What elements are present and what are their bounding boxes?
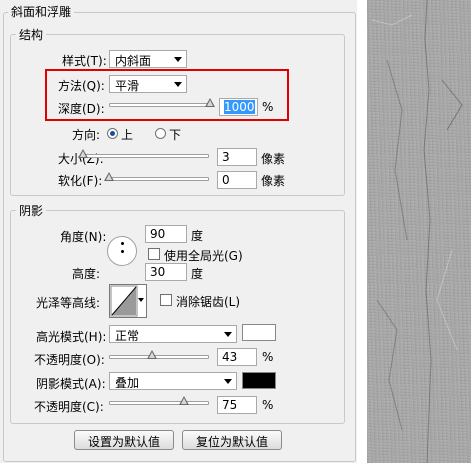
- make-default-button[interactable]: 设置为默认值: [74, 430, 174, 450]
- highlight-opacity-slider[interactable]: [109, 350, 209, 359]
- highlight-mode-select[interactable]: 正常: [109, 325, 237, 343]
- shadow-opacity-label: 不透明度(C):: [34, 400, 104, 414]
- size-slider[interactable]: [78, 149, 209, 158]
- soften-label: 软化(F):: [58, 174, 103, 188]
- style-select-value: 内斜面: [115, 54, 152, 68]
- soften-input[interactable]: 0: [217, 171, 257, 189]
- shadow-opacity-slider-thumb[interactable]: [178, 396, 189, 405]
- highlight-opacity-unit: %: [262, 350, 274, 364]
- shadow-opacity-unit: %: [262, 398, 274, 412]
- soften-slider-thumb[interactable]: [104, 172, 114, 181]
- method-select[interactable]: 平滑: [109, 75, 187, 93]
- highlight-opacity-label: 不透明度(O):: [34, 353, 105, 367]
- global-light-label[interactable]: 使用全局光(G): [164, 247, 243, 264]
- shadow-opacity-slider[interactable]: [109, 396, 209, 405]
- angle-label: 角度(N):: [60, 230, 107, 244]
- method-label: 方法(Q):: [58, 79, 105, 93]
- chevron-down-icon: [174, 57, 182, 62]
- shadow-mode-label: 阴影模式(A):: [36, 377, 106, 391]
- depth-slider-thumb[interactable]: [204, 98, 215, 107]
- gloss-contour-label: 光泽等高线:: [36, 296, 101, 310]
- style-label: 样式(T):: [62, 54, 107, 68]
- shading-legend: 阴影: [16, 202, 47, 219]
- highlight-color-swatch[interactable]: [242, 324, 276, 341]
- texture-preview-image: [367, 0, 471, 463]
- highlight-opacity-input[interactable]: 43: [217, 348, 257, 366]
- direction-up-radio[interactable]: [107, 128, 118, 139]
- angle-dial[interactable]: [107, 236, 137, 266]
- method-select-value: 平滑: [115, 79, 140, 93]
- highlight-mode-label: 高光模式(H):: [36, 330, 107, 344]
- direction-down-label[interactable]: 下: [169, 126, 181, 143]
- panel-gap: [357, 0, 367, 463]
- highlight-mode-value: 正常: [115, 329, 140, 343]
- structure-legend: 结构: [16, 26, 47, 43]
- angle-input[interactable]: 90: [145, 225, 187, 243]
- style-select[interactable]: 内斜面: [109, 50, 187, 68]
- altitude-input[interactable]: 30: [145, 263, 187, 281]
- soften-input-value: 0: [222, 173, 230, 187]
- depth-slider[interactable]: [109, 98, 215, 107]
- soften-slider[interactable]: [104, 172, 209, 181]
- angle-dial-center-dot: [121, 250, 124, 253]
- shadow-color-swatch[interactable]: [242, 372, 276, 389]
- chevron-down-icon: [138, 298, 144, 302]
- size-slider-thumb[interactable]: [78, 149, 88, 158]
- direction-label: 方向:: [72, 128, 101, 142]
- angle-input-value: 90: [150, 227, 166, 241]
- chevron-down-icon: [224, 332, 232, 337]
- highlight-opacity-slider-thumb[interactable]: [147, 350, 158, 359]
- gloss-contour-picker[interactable]: [109, 284, 147, 318]
- anti-aliased-label[interactable]: 消除锯齿(L): [176, 293, 240, 310]
- reset-default-button[interactable]: 复位为默认值: [182, 430, 282, 450]
- depth-label: 深度(D):: [58, 102, 105, 116]
- highlight-opacity-value: 43: [222, 350, 238, 364]
- shadow-mode-select[interactable]: 叠加: [109, 372, 237, 390]
- contour-curve-icon: [110, 285, 138, 317]
- shadow-opacity-value: 75: [222, 398, 238, 412]
- angle-unit: 度: [191, 229, 204, 243]
- depth-unit: %: [262, 100, 274, 114]
- anti-aliased-checkbox[interactable]: [160, 294, 172, 306]
- angle-dial-indicator-dot: [121, 242, 124, 245]
- altitude-unit: 度: [191, 267, 204, 281]
- direction-down-radio[interactable]: [155, 128, 166, 139]
- chevron-down-icon: [174, 82, 182, 87]
- altitude-label: 高度:: [72, 267, 101, 281]
- texture-cracks: [371, 0, 463, 463]
- size-input-value: 3: [222, 150, 230, 164]
- altitude-input-value: 30: [150, 265, 166, 279]
- size-unit: 像素: [261, 152, 286, 166]
- chevron-down-icon: [224, 379, 232, 384]
- direction-up-label[interactable]: 上: [121, 126, 133, 143]
- shadow-opacity-input[interactable]: 75: [217, 396, 257, 414]
- global-light-checkbox[interactable]: [148, 248, 160, 260]
- depth-input[interactable]: 1000: [219, 98, 258, 116]
- size-input[interactable]: 3: [217, 148, 257, 166]
- soften-unit: 像素: [261, 174, 286, 188]
- bevel-emboss-title: 斜面和浮雕: [8, 3, 75, 20]
- shadow-mode-value: 叠加: [115, 376, 140, 390]
- depth-input-value: 1000: [224, 100, 255, 114]
- bevel-emboss-panel: 斜面和浮雕 结构 样式(T): 内斜面 方法(Q): 平滑 深度(D): 100…: [0, 0, 357, 463]
